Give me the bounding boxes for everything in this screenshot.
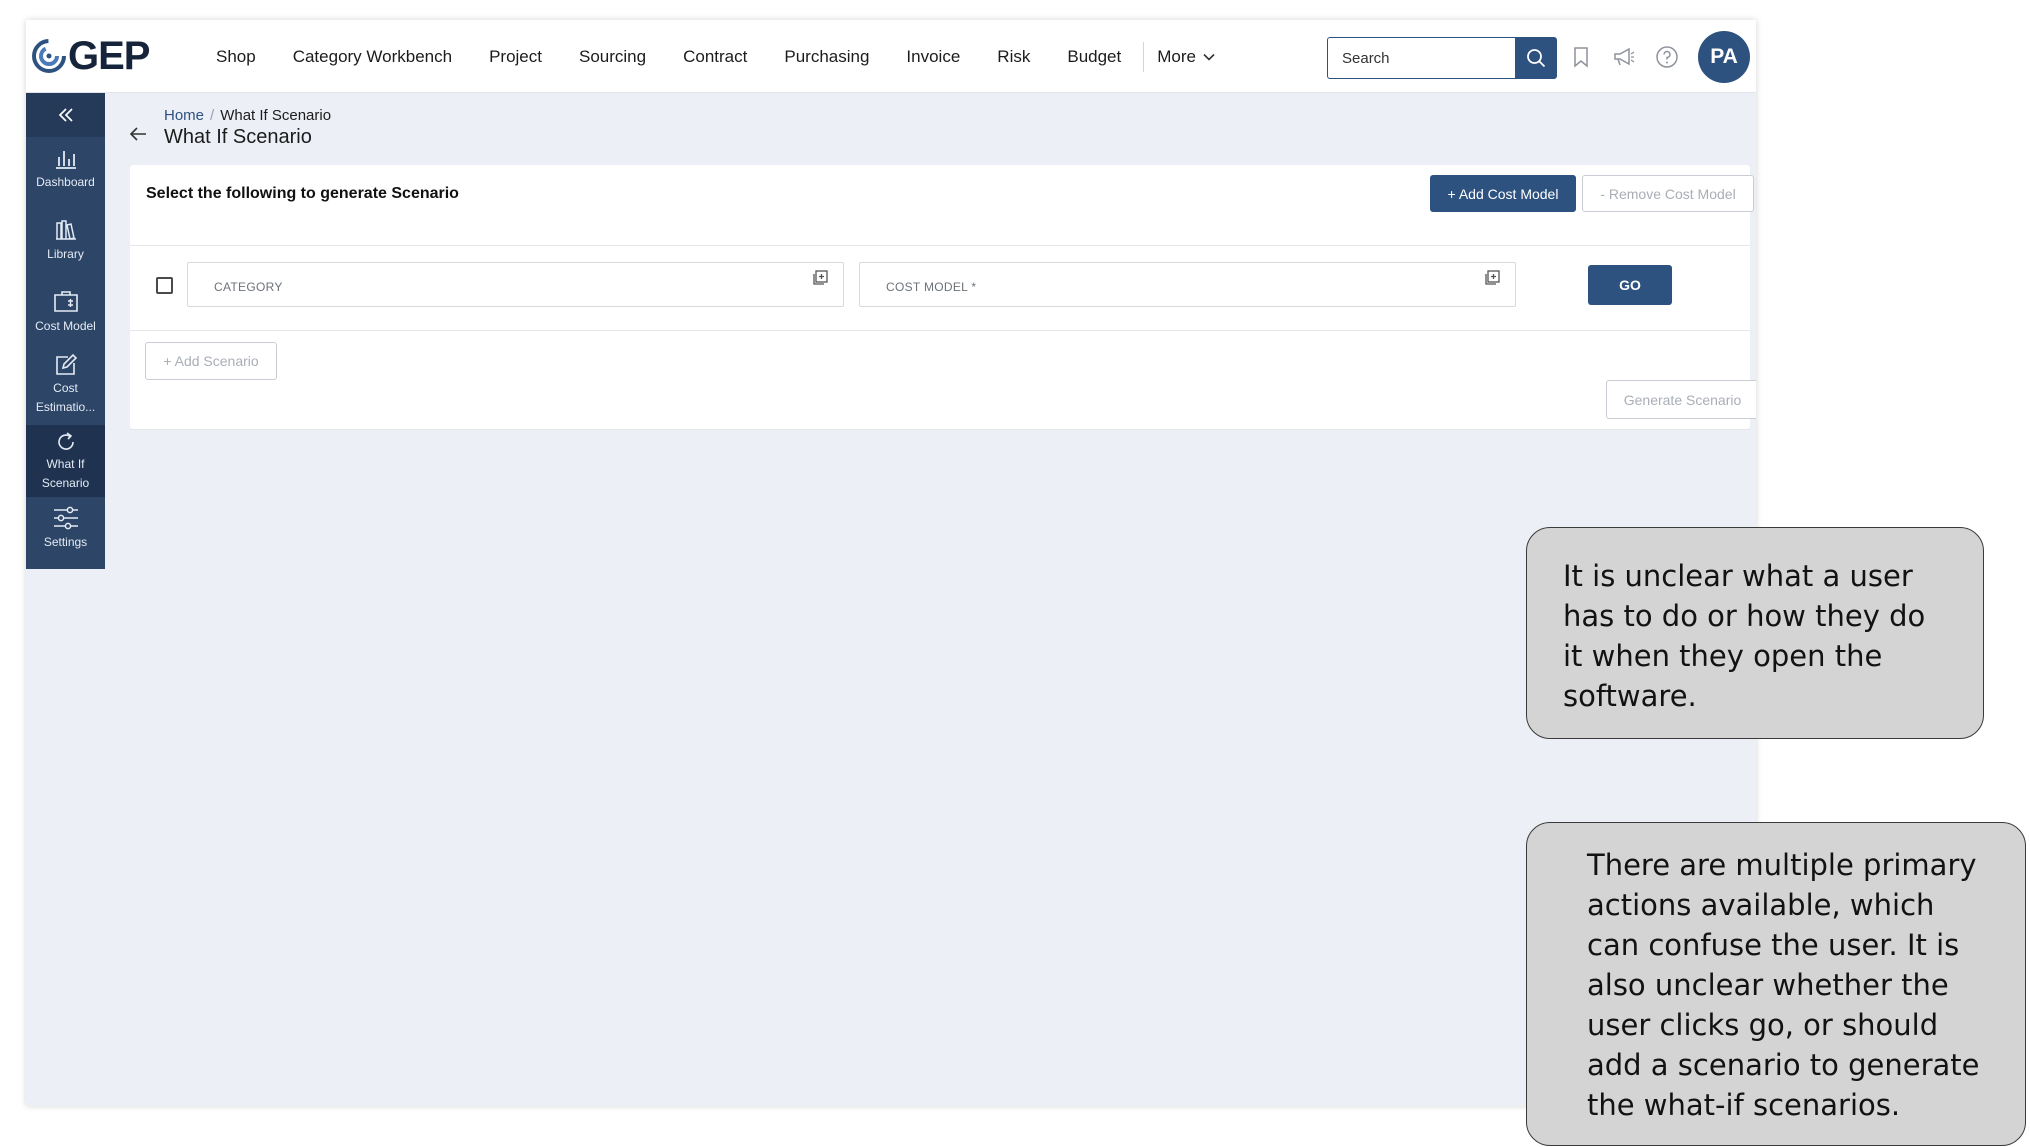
search-button[interactable]	[1515, 37, 1557, 79]
sidebar-item-label: Dashboard	[36, 175, 95, 189]
sidebar-item-library[interactable]: Library	[26, 217, 105, 277]
megaphone-icon	[1614, 47, 1635, 66]
search-icon	[1527, 49, 1546, 68]
sidebar-item-label: Cost Estimatio...	[35, 381, 96, 414]
sidebar-item-settings[interactable]: Settings	[26, 505, 105, 565]
row-checkbox[interactable]	[156, 277, 173, 294]
arrow-left-icon	[129, 127, 146, 141]
annotation-note: There are multiple primary actions avail…	[1526, 822, 2026, 1146]
sidebar-item-label: Library	[47, 247, 84, 261]
nav-sourcing[interactable]: Sourcing	[579, 47, 646, 67]
nav-category-workbench[interactable]: Category Workbench	[293, 47, 452, 67]
main-nav: Shop Category Workbench Project Sourcing…	[216, 20, 1216, 93]
books-icon	[55, 220, 76, 240]
nav-budget[interactable]: Budget	[1067, 47, 1121, 67]
go-button[interactable]: GO	[1588, 265, 1672, 305]
logo-text: GEP	[68, 33, 150, 78]
remove-cost-model-button[interactable]: - Remove Cost Model	[1582, 175, 1754, 212]
refresh-icon	[57, 432, 74, 450]
nav-purchasing[interactable]: Purchasing	[784, 47, 869, 67]
card-title: Select the following to generate Scenari…	[146, 185, 459, 202]
breadcrumb: Home / What If Scenario	[164, 107, 331, 124]
breadcrumb-home-link[interactable]: Home	[164, 107, 204, 124]
sidebar-item-label: What If Scenario	[41, 457, 90, 490]
cost-model-icon	[53, 291, 78, 312]
user-avatar[interactable]: PA	[1698, 31, 1750, 83]
sidebar-item-what-if-scenario[interactable]: What If Scenario	[26, 425, 105, 497]
sidebar-item-dashboard[interactable]: Dashboard	[26, 145, 105, 205]
category-field-label: CATEGORY	[214, 280, 283, 294]
add-scenario-button[interactable]: + Add Scenario	[145, 342, 277, 380]
cost-model-field-label: COST MODEL *	[886, 280, 977, 294]
chevron-down-icon	[1203, 53, 1215, 61]
multi-select-icon[interactable]	[811, 269, 829, 287]
app-window: GEP Shop Category Workbench Project Sour…	[26, 20, 1756, 1106]
gep-logo[interactable]: GEP	[32, 33, 150, 78]
nav-more-menu[interactable]: More	[1157, 47, 1216, 67]
multi-select-icon[interactable]	[1483, 269, 1501, 287]
nav-shop[interactable]: Shop	[216, 47, 256, 67]
sidebar-item-label: Cost Model	[35, 319, 96, 333]
nav-divider	[1143, 41, 1145, 72]
top-navigation-bar: GEP Shop Category Workbench Project Sour…	[26, 20, 1756, 93]
category-field[interactable]: CATEGORY	[187, 262, 844, 307]
cost-model-field[interactable]: COST MODEL *	[859, 262, 1516, 307]
card-bottom-divider	[130, 429, 1750, 430]
bookmark-icon	[1574, 47, 1588, 68]
back-button[interactable]	[127, 123, 149, 145]
nav-contract[interactable]: Contract	[683, 47, 747, 67]
bookmark-button[interactable]	[1567, 43, 1595, 71]
card-divider	[130, 330, 1750, 331]
search-input[interactable]: Search	[1327, 37, 1516, 79]
page-title: What If Scenario	[164, 126, 312, 148]
nav-risk[interactable]: Risk	[997, 47, 1030, 67]
bar-chart-icon	[55, 151, 76, 169]
annotation-note: It is unclear what a user has to do or h…	[1526, 527, 1984, 739]
double-chevron-left-icon	[58, 108, 73, 122]
nav-invoice[interactable]: Invoice	[906, 47, 960, 67]
breadcrumb-current: What If Scenario	[220, 107, 332, 124]
nav-more-label: More	[1157, 46, 1196, 66]
sidebar-item-cost-model[interactable]: Cost Model	[26, 289, 105, 349]
nav-project[interactable]: Project	[489, 47, 542, 67]
scenario-card: Select the following to generate Scenari…	[130, 165, 1756, 429]
sliders-icon	[53, 506, 78, 530]
add-cost-model-button[interactable]: + Add Cost Model	[1430, 175, 1576, 212]
sidebar-item-cost-estimation[interactable]: Cost Estimatio...	[26, 353, 105, 431]
gep-swirl-icon	[32, 39, 66, 73]
edit-icon	[55, 353, 77, 375]
sidebar-item-label: Settings	[43, 535, 88, 549]
generate-scenario-button[interactable]: Generate Scenario	[1606, 380, 1756, 419]
card-divider	[130, 245, 1750, 246]
sidebar: Dashboard Library Cost Model Cost Estima…	[26, 93, 105, 569]
help-circle-icon	[1656, 46, 1678, 68]
breadcrumb-separator: /	[210, 107, 215, 124]
announcements-button[interactable]	[1610, 43, 1638, 71]
help-button[interactable]	[1653, 43, 1681, 71]
sidebar-collapse-button[interactable]	[26, 93, 105, 137]
